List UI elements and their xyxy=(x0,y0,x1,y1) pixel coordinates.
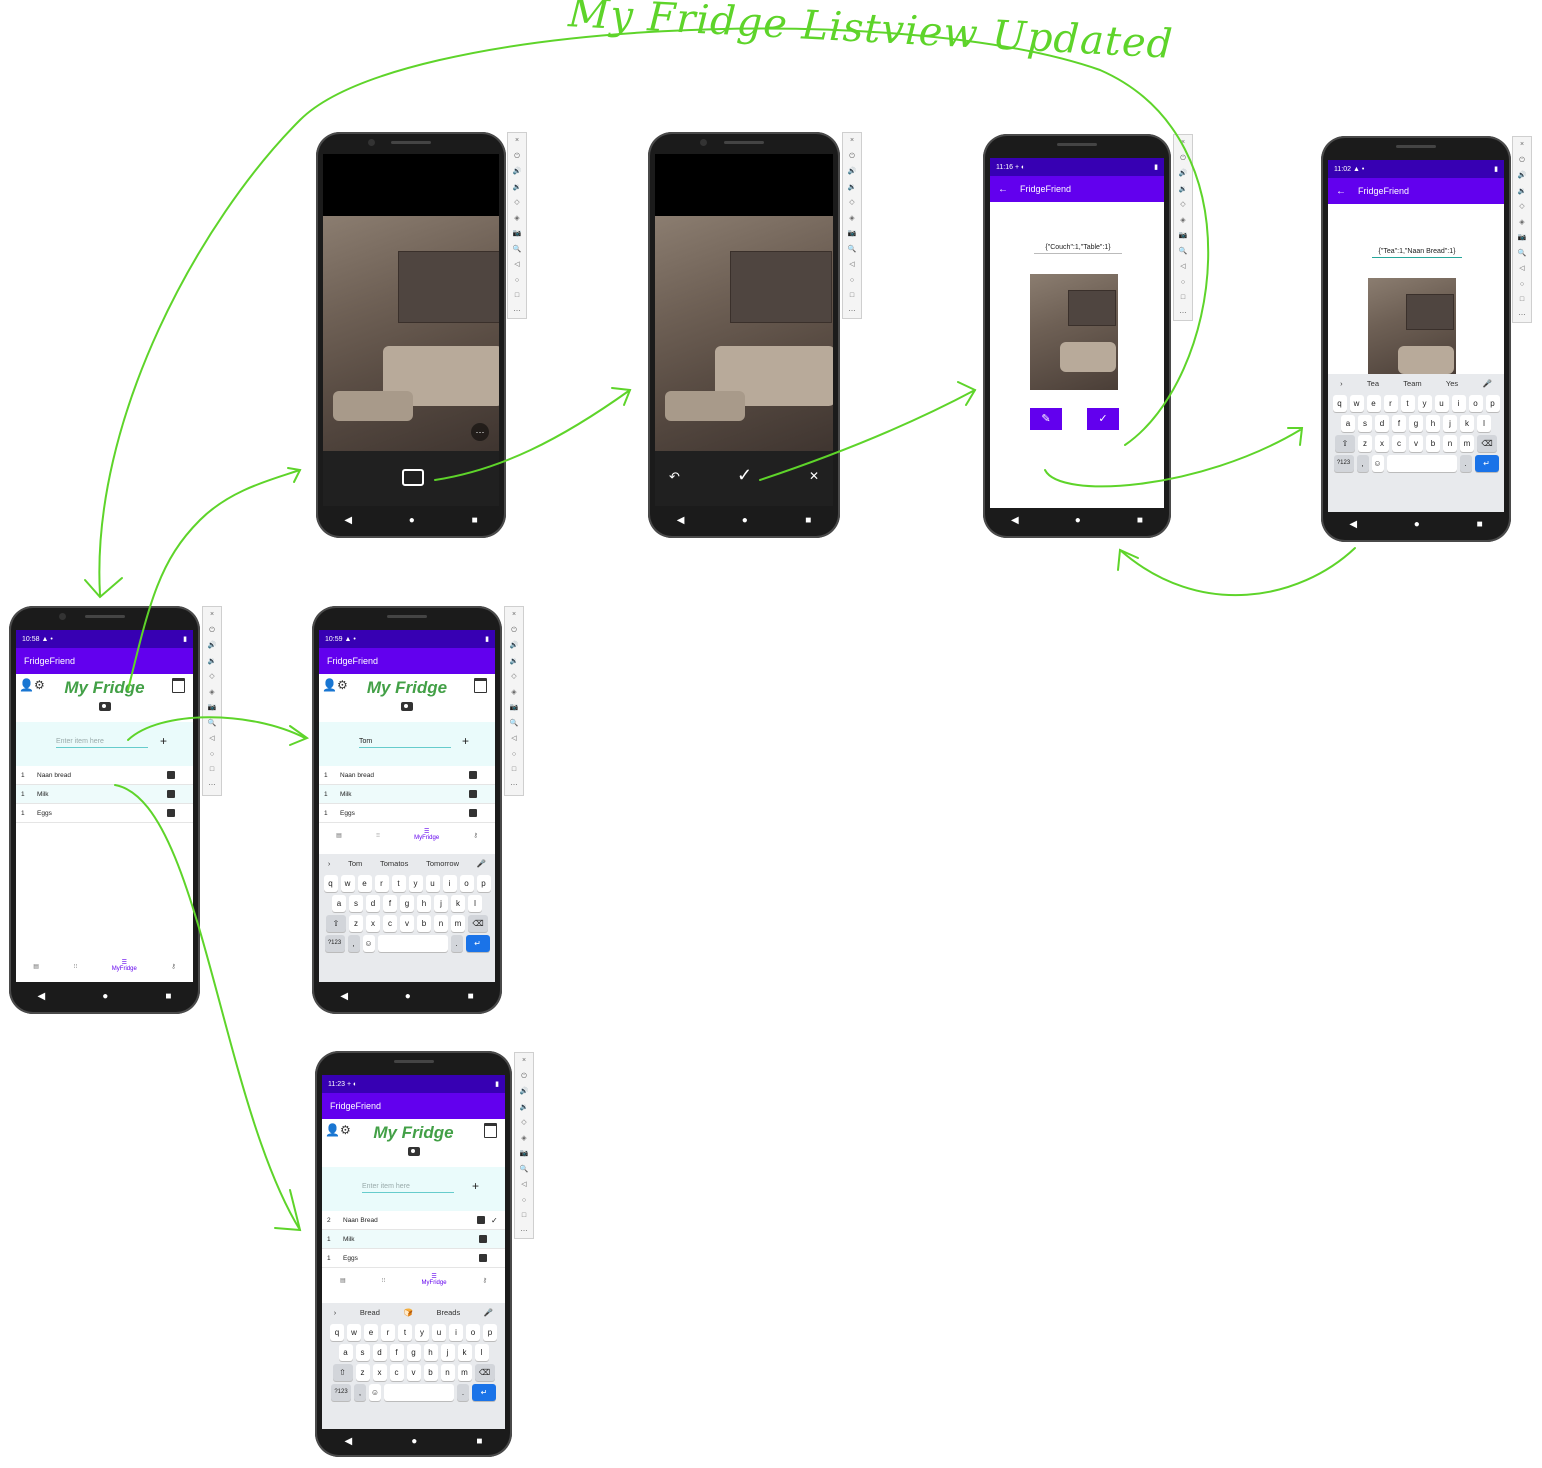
arrow-confirm-to-result xyxy=(759,389,976,481)
flow-arrows xyxy=(84,27,1356,1232)
arrow-list-to-updated xyxy=(114,784,301,1231)
arrowhead xyxy=(84,577,123,599)
arrow-result-to-editing xyxy=(1044,429,1301,488)
arrowhead xyxy=(287,467,302,483)
arrow-camera-to-capture xyxy=(127,469,301,691)
arrow-confirm-to-list xyxy=(98,27,1210,596)
arrowhead xyxy=(1117,548,1139,571)
arrow-editing-back xyxy=(1119,547,1356,597)
arrow-input-to-typing xyxy=(127,716,306,741)
arrow-capture-to-confirm xyxy=(434,389,631,481)
